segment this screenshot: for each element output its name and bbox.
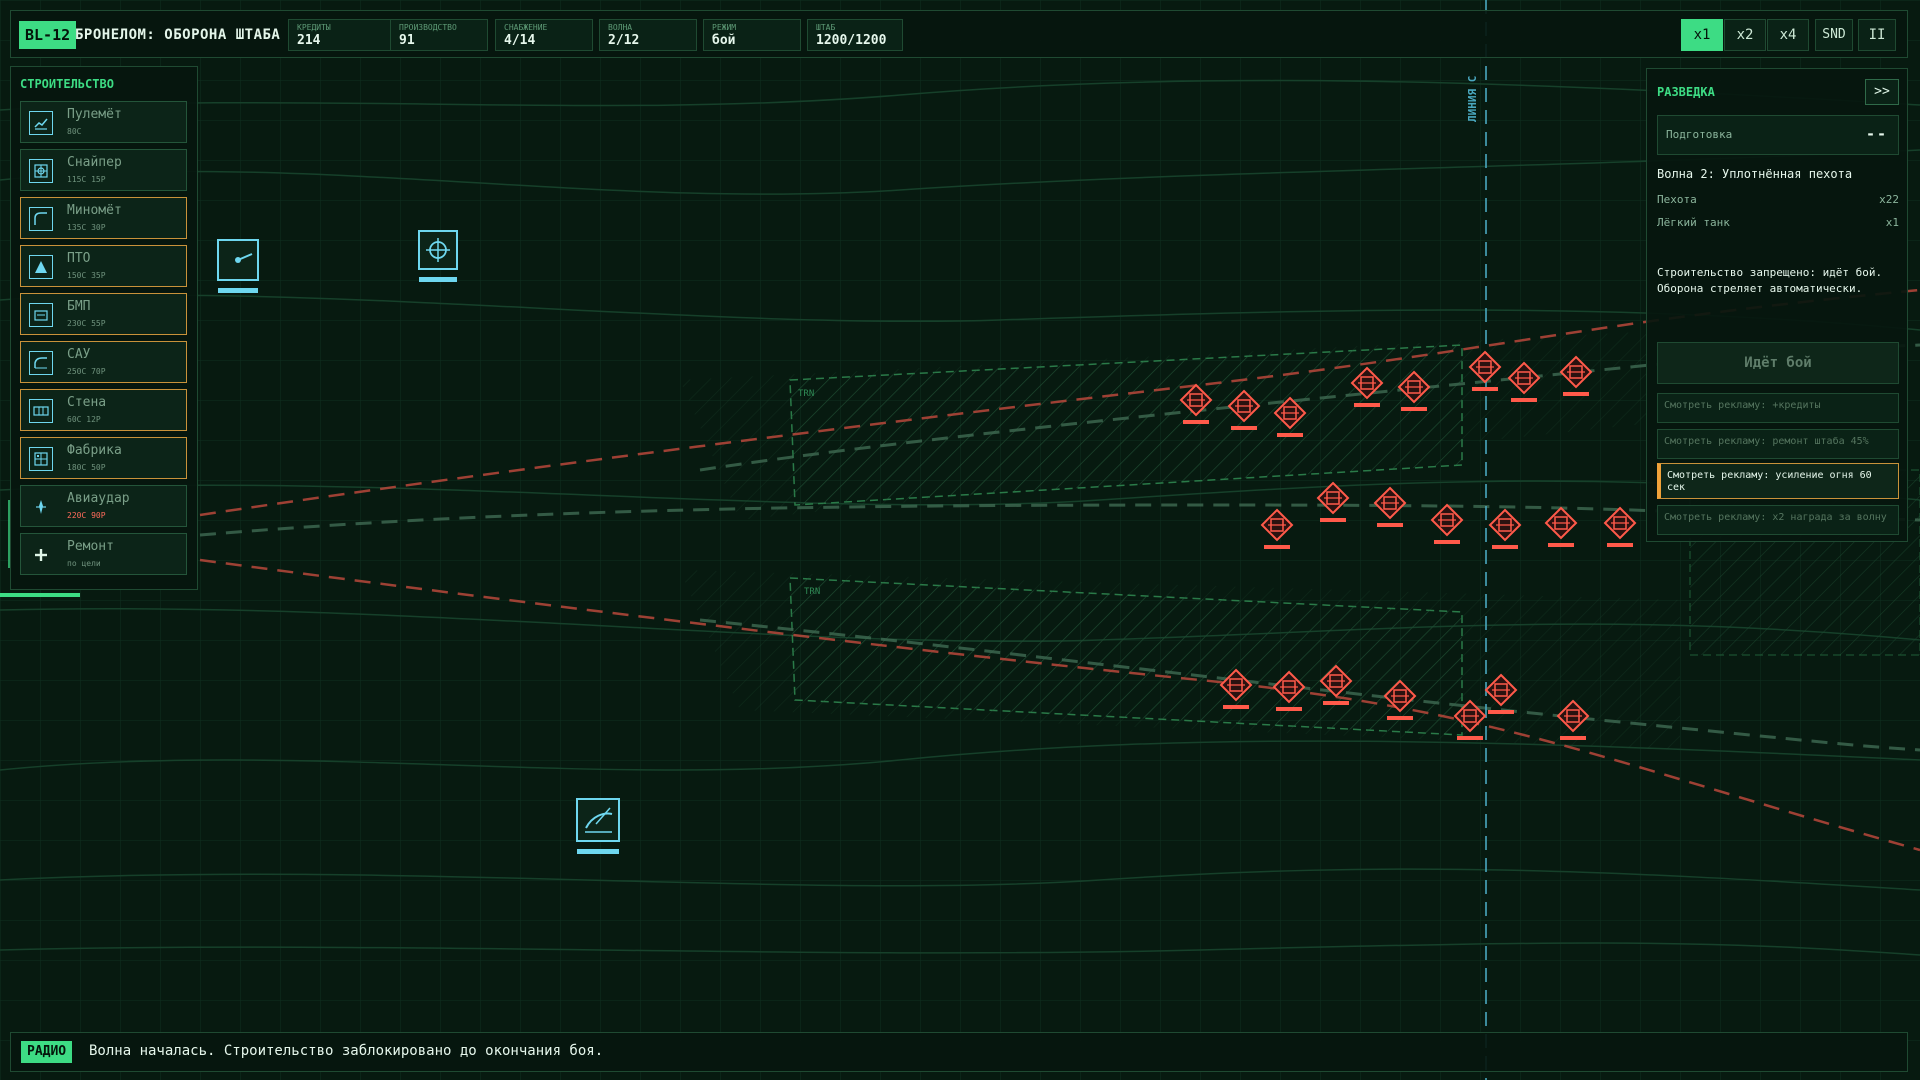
build-item-cost: 135C 30P [67,223,106,232]
anti-tank-gun-icon [29,255,53,279]
stat-wave-label: ВОЛНА [608,23,633,32]
sound-button[interactable]: SND [1815,19,1853,51]
ad-firepower-button[interactable]: Смотреть рекламу: усиление огня 60 сек [1657,463,1899,499]
ifv-icon [29,303,53,327]
build-item-mortar[interactable]: Миномёт 135C 30P [20,197,187,239]
speed-x4-button[interactable]: x4 [1767,19,1809,51]
enemy-count: x1 [1885,216,1899,229]
stat-mode-value: бой [712,33,736,48]
stat-credits: КРЕДИТЫ 214 [288,19,392,51]
pause-button[interactable]: II [1858,19,1896,51]
build-item-wall[interactable]: Стена 60C 12P [20,389,187,431]
stat-credits-value: 214 [297,33,321,48]
build-item-cost: 150C 35P [67,271,106,280]
stat-production-label: ПРОИЗВОДСТВО [399,23,457,32]
radio-bar: РАДИО Волна началась. Строительство забл… [10,1032,1908,1072]
build-item-cost: 180C 50P [67,463,106,472]
build-item-cost: 80C [67,127,82,136]
build-item-sniper[interactable]: Снайпер 115C 15P [20,149,187,191]
stat-production: ПРОИЗВОДСТВО 91 [390,19,488,51]
build-item-cost: 250C 70P [67,367,106,376]
build-item-ifv[interactable]: БМП 230C 55P [20,293,187,335]
build-item-cost: по цели [67,559,101,568]
mortar-icon [29,207,53,231]
stat-hq-label: ШТАБ [816,23,836,32]
stat-mode: РЕЖИМ бой [703,19,801,51]
enemy-count: x22 [1879,193,1899,206]
zone-label-2: TRN [804,587,820,597]
recon-panel: РАЗВЕДКА >> Подготовка -- Волна 2: Уплот… [1646,68,1908,542]
build-item-spg[interactable]: САУ 250C 70P [20,341,187,383]
wave-name: Волна 2: Уплотнённая пехота [1657,167,1853,181]
battle-map[interactable]: TRN TRN ЛИНИЯ С [0,0,1920,1080]
build-item-anti-tank[interactable]: ПТО 150C 35P [20,245,187,287]
game-title: БРОНЕЛОМ: ОБОРОНА ШТАБА [75,27,281,43]
build-item-cost: 220C 90P [67,511,106,520]
zone-label-1: TRN [798,389,814,399]
build-item-name: БМП [67,299,91,314]
prep-value: -- [1865,125,1888,143]
build-item-cost: 60C 12P [67,415,101,424]
build-panel: СТРОИТЕЛЬСТВО Пулемёт 80C Снайпер 115C 1… [10,66,198,590]
game-id-badge: BL-12 [19,21,77,49]
build-item-name: Фабрика [67,443,122,458]
radio-badge: РАДИО [21,1041,73,1063]
build-item-name: Пулемёт [67,107,122,122]
sniper-icon [29,159,53,183]
stat-supply-value: 4/14 [504,33,536,48]
stat-wave-value: 2/12 [608,33,640,48]
build-item-factory[interactable]: Фабрика 180C 50P [20,437,187,479]
stat-hq-value: 1200/1200 [816,33,887,48]
wall-icon [29,399,53,423]
build-item-cost: 230C 55P [67,319,106,328]
spg-icon [29,351,53,375]
build-item-name: САУ [67,347,91,362]
enemy-name: Лёгкий танк [1657,216,1730,229]
prep-timer: Подготовка -- [1657,115,1899,155]
ad-credits-button[interactable]: Смотреть рекламу: +кредиты [1657,393,1899,423]
speed-x1-button[interactable]: x1 [1681,19,1723,51]
ad-repair-button[interactable]: Смотреть рекламу: ремонт штаба 45% [1657,429,1899,459]
ad-double-reward-button[interactable]: Смотреть рекламу: x2 награда за волну [1657,505,1899,535]
radio-message: Волна началась. Строительство заблокиров… [89,1043,604,1059]
build-item-cost: 115C 15P [67,175,106,184]
stat-production-value: 91 [399,33,415,48]
battle-status-button: Идёт бой [1657,342,1899,384]
build-panel-title: СТРОИТЕЛЬСТВО [20,77,114,91]
repair-icon [29,543,53,567]
build-item-airstrike[interactable]: Авиаудар 220C 90P [20,485,187,527]
machine-gun-icon [29,111,53,135]
top-bar: BL-12 БРОНЕЛОМ: ОБОРОНА ШТАБА КРЕДИТЫ 21… [10,10,1908,58]
enemy-name: Пехота [1657,193,1697,206]
build-item-name: ПТО [67,251,91,266]
frontline-label: ЛИНИЯ С [1466,76,1479,122]
build-item-name: Авиаудар [67,491,130,506]
factory-icon [29,447,53,471]
speed-x2-button[interactable]: x2 [1724,19,1766,51]
prep-label: Подготовка [1666,128,1733,141]
stat-hq: ШТАБ 1200/1200 [807,19,903,51]
build-item-repair[interactable]: Ремонт по цели [20,533,187,575]
stat-wave: ВОЛНА 2/12 [599,19,697,51]
build-item-machine-gun[interactable]: Пулемёт 80C [20,101,187,143]
airstrike-icon [29,495,53,519]
build-item-name: Ремонт [67,539,114,554]
stat-supply: СНАБЖЕНИЕ 4/14 [495,19,593,51]
stat-supply-label: СНАБЖЕНИЕ [504,23,548,32]
stat-credits-label: КРЕДИТЫ [297,23,331,32]
collapse-button[interactable]: >> [1865,79,1899,105]
recon-title: РАЗВЕДКА [1657,85,1715,99]
enemy-row-infantry: Пехота x22 [1657,193,1899,206]
build-item-name: Стена [67,395,107,410]
enemy-row-light-tank: Лёгкий танк x1 [1657,216,1899,229]
build-item-name: Снайпер [67,155,122,170]
build-item-name: Миномёт [67,203,122,218]
hq-health-strip [0,593,80,597]
recon-message: Строительство запрещено: идёт бой. Оборо… [1657,266,1883,295]
stat-mode-label: РЕЖИМ [712,23,737,32]
